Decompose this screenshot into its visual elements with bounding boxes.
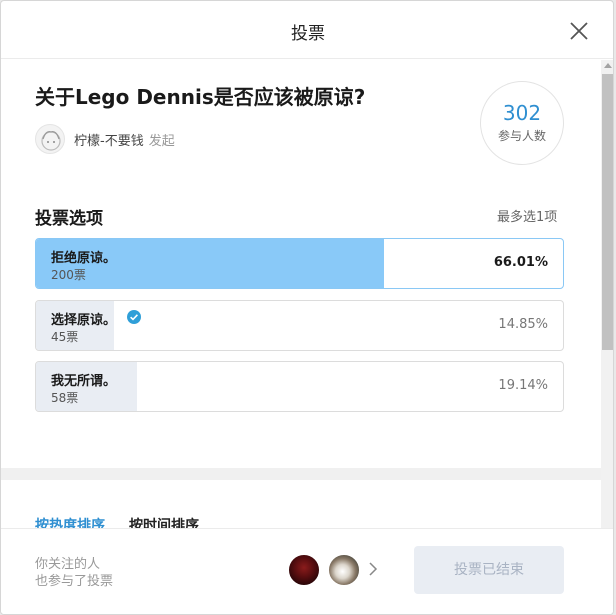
option-label: 选择原谅。 (51, 313, 117, 328)
followers-voted-line2: 也参与了投票 (35, 574, 114, 589)
close-button[interactable] (567, 19, 591, 43)
scrollbar[interactable] (601, 60, 613, 528)
poll-content[interactable]: 关于Lego Dennis是否应该被原谅? 柠檬-不要钱 发起 302 参与人数… (1, 60, 613, 528)
chevron-right-icon[interactable] (367, 560, 379, 578)
option-percent: 19.14% (498, 378, 548, 393)
poll-option[interactable]: 选择原谅。 45票 14.85% (35, 300, 564, 351)
option-label: 拒绝原谅。 (51, 251, 117, 266)
check-icon (127, 310, 141, 324)
sort-tab-hot[interactable]: 按热度排序 (35, 515, 105, 528)
options-limit: 最多选1项 (497, 210, 558, 225)
participant-count-badge: 302 参与人数 (480, 81, 564, 165)
voter-avatar[interactable] (287, 553, 321, 587)
option-votes: 45票 (51, 330, 79, 344)
vote-ended-button[interactable]: 投票已结束 (414, 546, 564, 594)
participant-label: 参与人数 (497, 129, 546, 143)
author-name[interactable]: 柠檬-不要钱 (74, 130, 144, 149)
poll-option[interactable]: 我无所谓。 58票 19.14% (35, 361, 564, 412)
dialog-title: 投票 (291, 24, 325, 44)
sort-tabs: 按热度排序 按时间排序 (35, 515, 223, 528)
scroll-up-arrow[interactable] (604, 63, 612, 68)
option-votes: 58票 (51, 391, 79, 405)
options-title: 投票选项 (35, 209, 103, 229)
sort-tab-time[interactable]: 按时间排序 (129, 515, 199, 528)
option-votes: 200票 (51, 268, 86, 282)
option-percent: 66.01% (493, 255, 548, 270)
dialog-footer: 你关注的人 也参与了投票 投票已结束 (1, 528, 613, 614)
participant-count: 302 (502, 101, 542, 125)
option-percent: 14.85% (498, 317, 548, 332)
avatar[interactable] (35, 124, 65, 154)
voter-avatar[interactable] (327, 553, 361, 587)
option-label: 我无所谓。 (51, 374, 117, 389)
poll-option[interactable]: 拒绝原谅。 200票 66.01% (35, 238, 564, 289)
poll-question: 关于Lego Dennis是否应该被原谅? (35, 85, 366, 109)
poll-author: 柠檬-不要钱 发起 (35, 124, 175, 154)
close-icon (570, 22, 588, 40)
poll-dialog: 投票 关于Lego Dennis是否应该被原谅? 柠檬-不要钱 发起 302 参… (0, 0, 614, 615)
scrollbar-thumb[interactable] (602, 74, 613, 350)
section-divider (1, 468, 613, 480)
author-suffix: 发起 (148, 133, 175, 149)
dialog-header: 投票 (1, 1, 613, 59)
